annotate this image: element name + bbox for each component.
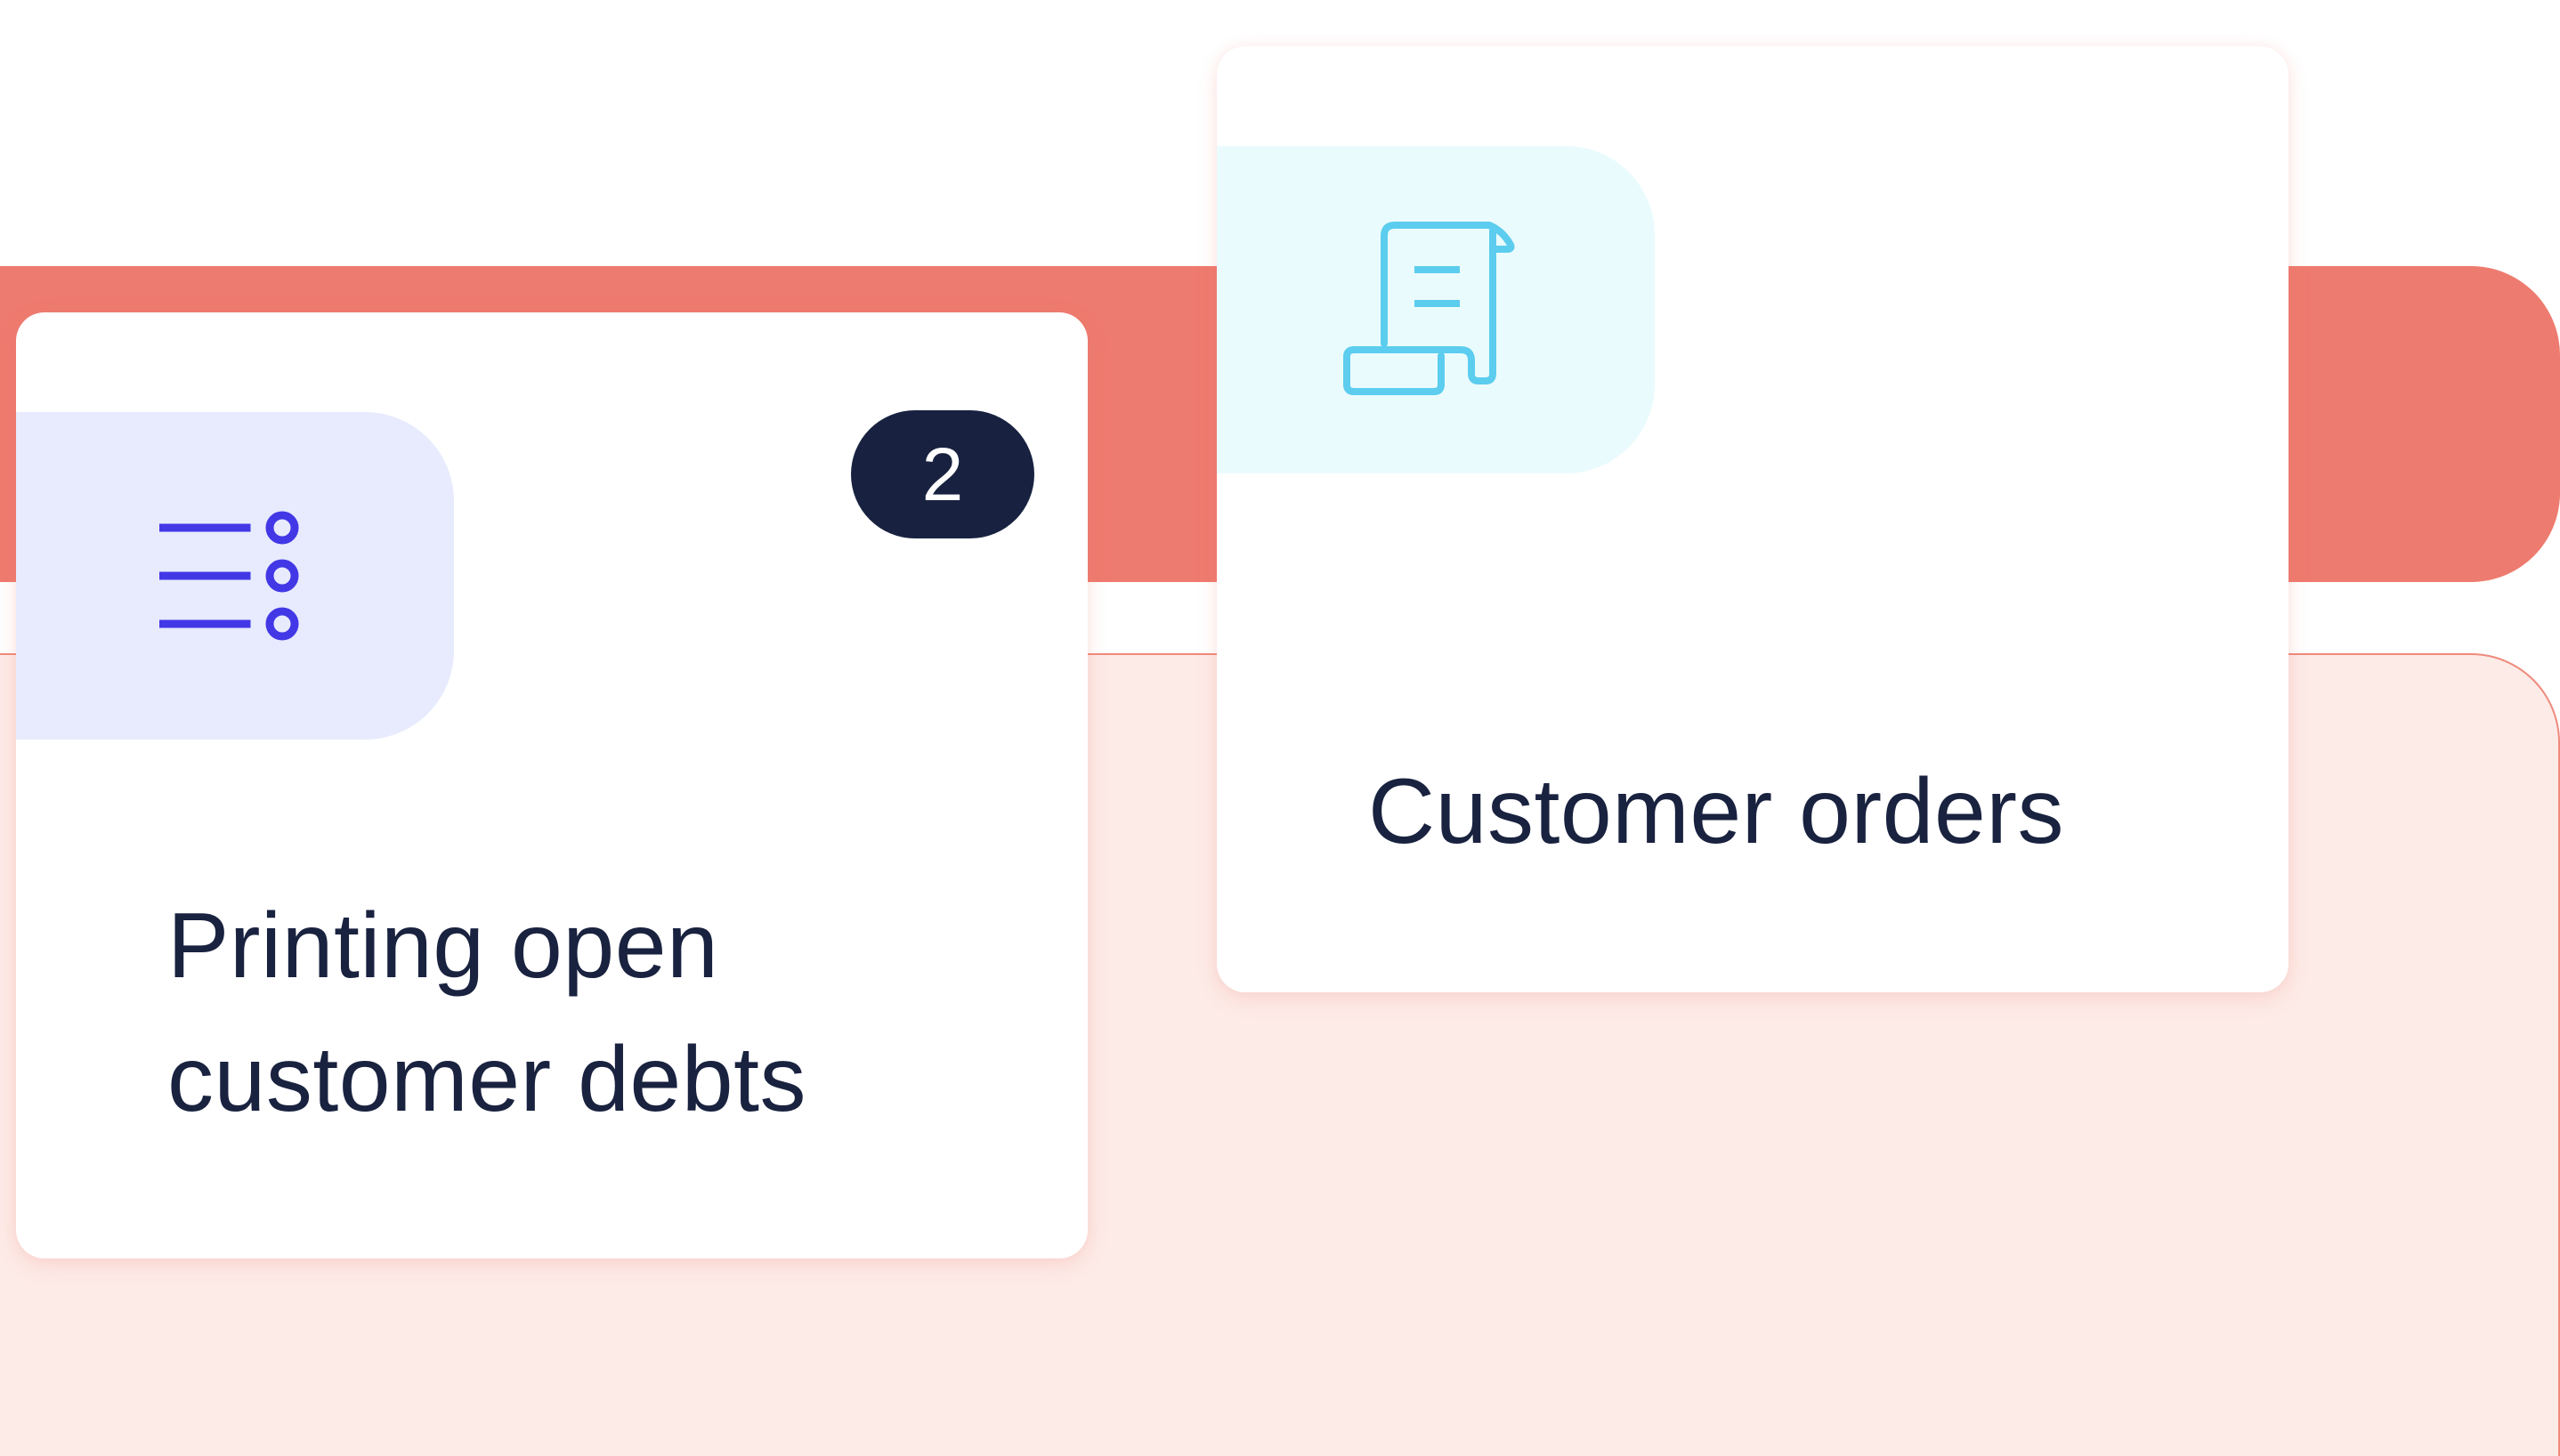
count-badge: 2 <box>851 410 1034 538</box>
customer-orders-card[interactable]: Customer orders <box>1217 46 2289 992</box>
list-options-icon <box>159 509 311 643</box>
card-title: Printing open customer debts <box>167 894 806 1131</box>
icon-tile <box>16 412 454 740</box>
receipt-scroll-icon <box>1342 221 1529 399</box>
icon-tile <box>1217 146 1655 473</box>
card-title: Customer orders <box>1368 760 2064 863</box>
open-customer-debts-card[interactable]: 2 Printing open customer debts <box>16 312 1088 1258</box>
